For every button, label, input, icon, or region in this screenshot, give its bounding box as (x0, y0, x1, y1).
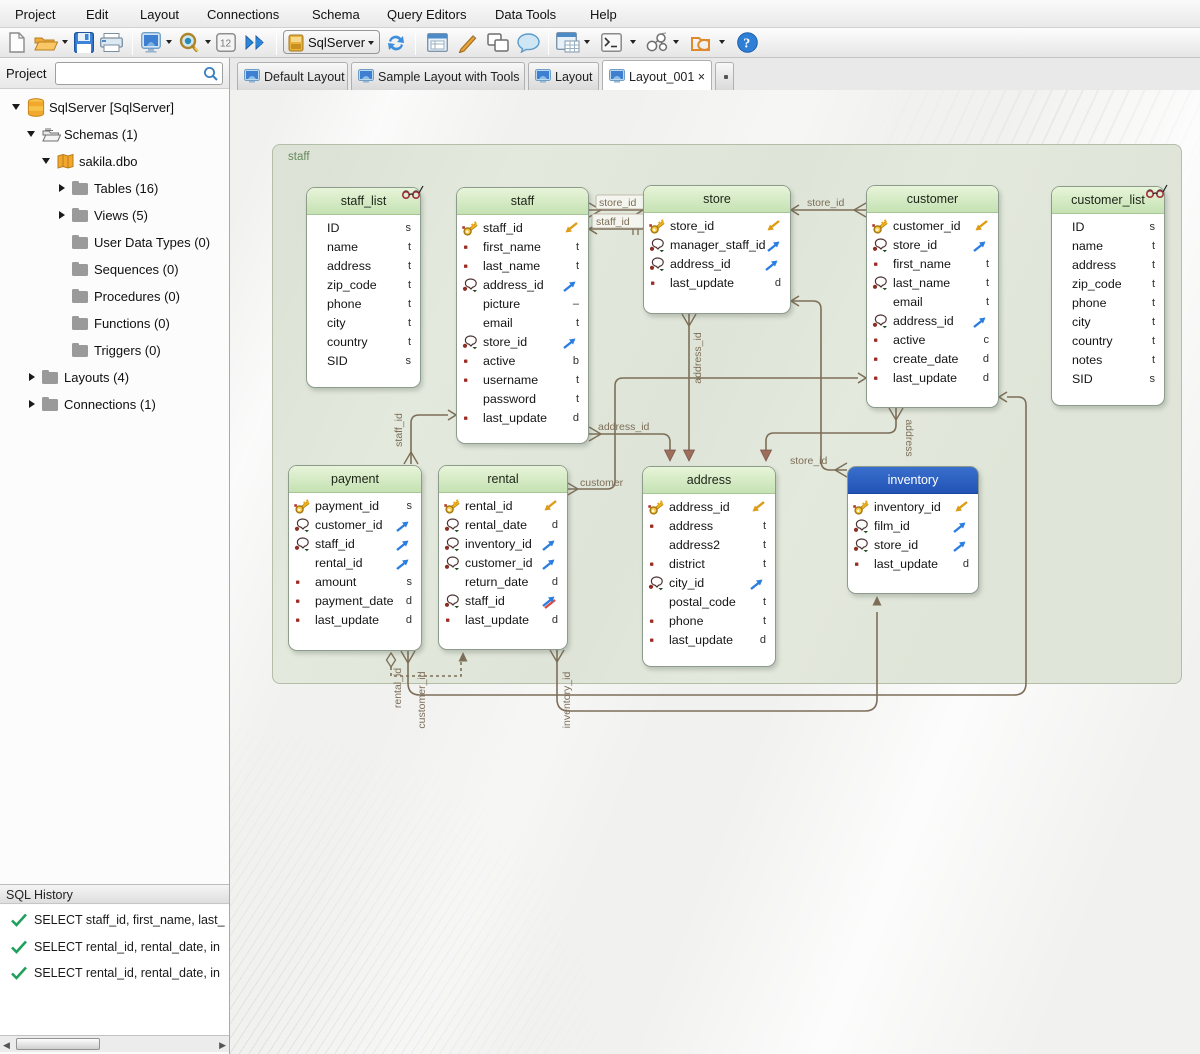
svg-text:inventory_id: inventory_id (561, 672, 573, 729)
svg-text:address_id: address_id (598, 421, 650, 433)
svg-text:store_id: store_id (790, 455, 828, 467)
svg-text:address: address (903, 419, 915, 456)
svg-text:staff_id: staff_id (596, 216, 630, 228)
svg-text:address_id: address_id (692, 332, 704, 384)
svg-text:staff_id: staff_id (393, 413, 405, 447)
svg-text:rental_id: rental_id (392, 668, 404, 708)
svg-text:customer: customer (580, 477, 624, 489)
svg-text:customer_id: customer_id (416, 671, 428, 728)
svg-text:store_id: store_id (599, 197, 637, 209)
svg-text:store_id: store_id (807, 197, 845, 209)
